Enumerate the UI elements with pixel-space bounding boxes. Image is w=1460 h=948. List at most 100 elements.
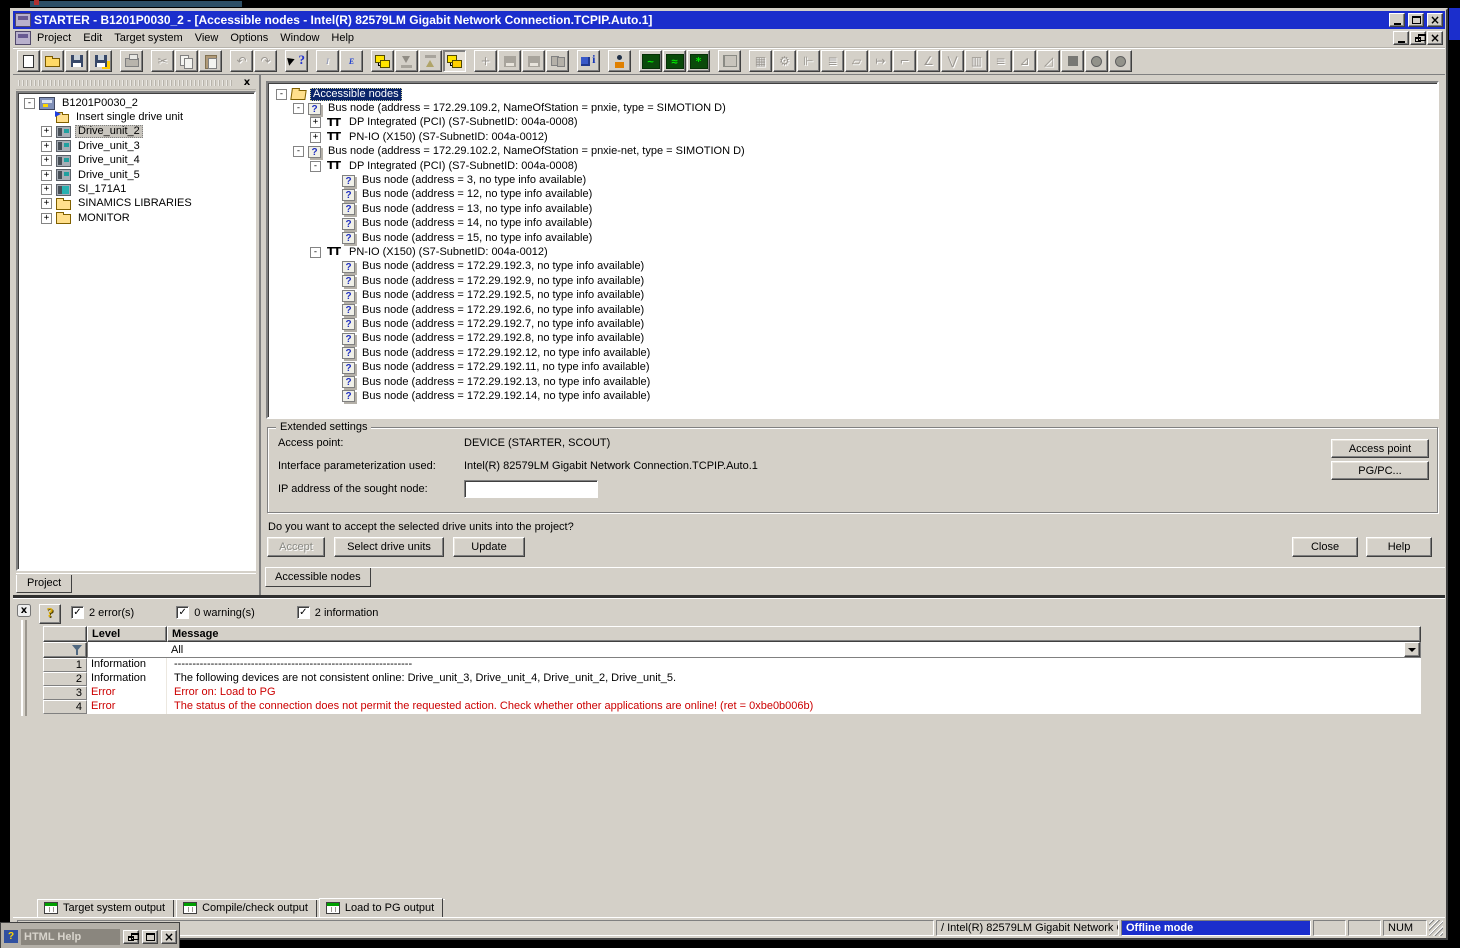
tree-item-bus-node-address-172-29-109-2-nameofstat[interactable]: Bus node (address = 172.29.109.2, NameOf… (274, 101, 1437, 115)
menu-options[interactable]: Options (224, 30, 274, 46)
column-header-number[interactable] (43, 626, 87, 642)
tree-item-bus-node-address-172-29-192-8-no-type-in[interactable]: Bus node (address = 172.29.192.8, no typ… (274, 332, 1437, 346)
tree-item-sinamics-libraries[interactable]: SINAMICS LIBRARIES (22, 197, 254, 211)
html-help-restore-button[interactable] (123, 929, 139, 944)
expand-plus-box[interactable] (41, 198, 52, 210)
tab-compile-check-output[interactable]: Compile/check output (176, 900, 317, 918)
access-point-button[interactable]: Access point (1331, 439, 1429, 458)
output-panel-grip[interactable]: x (17, 604, 33, 716)
checkbox-0-warning-s[interactable] (176, 606, 190, 619)
expand-minus-box[interactable] (310, 160, 321, 172)
tab-target-system-output[interactable]: Target system output (37, 900, 175, 918)
mdi-close-button[interactable]: × (1427, 31, 1443, 45)
open-project-button[interactable] (41, 50, 64, 72)
mdi-minimize-button[interactable] (1393, 31, 1409, 45)
expand-minus-box[interactable] (24, 97, 35, 109)
message-row-1[interactable]: 1 Information ----------------------------… (43, 658, 1421, 672)
output-help-button[interactable]: ? (39, 604, 61, 624)
expand-minus-box[interactable] (293, 103, 304, 115)
tree-item-b1201p0030-2[interactable]: B1201P0030_2 (22, 96, 254, 110)
record-circle-2-button[interactable] (1109, 50, 1132, 72)
maximize-button[interactable] (1408, 13, 1424, 27)
tree-item-bus-node-address-3-no-type-info-availabl[interactable]: Bus node (address = 3, no type info avai… (274, 173, 1437, 187)
filter-dropdown-button[interactable] (1404, 642, 1420, 657)
function-generator-button[interactable]: ≈ (663, 50, 686, 72)
tree-item-drive-unit-4[interactable]: Drive_unit_4 (22, 154, 254, 168)
tree-item-monitor[interactable]: MONITOR (22, 211, 254, 225)
expand-plus-box[interactable] (310, 117, 321, 129)
accessible-nodes-button[interactable] (443, 50, 466, 72)
menu-help[interactable]: Help (325, 30, 360, 46)
record-circle-1-button[interactable] (1085, 50, 1108, 72)
help-button[interactable]: Help (1366, 537, 1432, 557)
menu-edit[interactable]: Edit (77, 30, 108, 46)
tree-item-dp-integrated-pci-s7-subnetid-004a-0008[interactable]: DP Integrated (PCI) (S7-SubnetID: 004a-0… (274, 116, 1437, 130)
tree-item-insert-single-drive-unit[interactable]: Insert single drive unit (22, 110, 254, 124)
project-panel-grip[interactable]: x (16, 77, 256, 90)
menu-target-system[interactable]: Target system (108, 30, 188, 46)
mdi-restore-button[interactable] (1410, 31, 1426, 45)
checkbox-2-information[interactable] (296, 606, 310, 619)
menu-window[interactable]: Window (274, 30, 325, 46)
expand-plus-box[interactable] (41, 155, 52, 167)
filter-level-cell[interactable] (88, 642, 167, 657)
tree-item-accessible-nodes[interactable]: Accessible nodes (274, 87, 1437, 101)
filter-message-value[interactable]: All (167, 644, 1404, 656)
device-trace-button[interactable]: ~ (639, 50, 662, 72)
tree-item-bus-node-address-172-29-192-11-no-type-i[interactable]: Bus node (address = 172.29.192.11, no ty… (274, 360, 1437, 374)
save-and-recompile-button[interactable] (89, 50, 112, 72)
tree-item-bus-node-address-172-29-192-9-no-type-in[interactable]: Bus node (address = 172.29.192.9, no typ… (274, 274, 1437, 288)
context-help-button[interactable] (285, 50, 308, 72)
expand-minus-box[interactable] (310, 246, 321, 258)
measuring-function-button[interactable]: * (687, 50, 710, 72)
tree-item-bus-node-address-14-no-type-info-availab[interactable]: Bus node (address = 14, no type info ava… (274, 217, 1437, 231)
ip-address-input[interactable] (464, 480, 598, 498)
tree-item-bus-node-address-12-no-type-info-availab[interactable]: Bus node (address = 12, no type info ava… (274, 188, 1437, 202)
tree-item-pn-io-x150-s7-subnetid-004a-0012[interactable]: PN-IO (X150) (S7-SubnetID: 004a-0012) (274, 130, 1437, 144)
tree-item-bus-node-address-172-29-192-5-no-type-in[interactable]: Bus node (address = 172.29.192.5, no typ… (274, 288, 1437, 302)
close-button[interactable]: × (1427, 13, 1443, 27)
tab-project[interactable]: Project (16, 575, 73, 593)
tree-item-drive-unit-3[interactable]: Drive_unit_3 (22, 139, 254, 153)
tree-item-drive-unit-2[interactable]: Drive_unit_2 (22, 125, 254, 139)
close-dialog-button[interactable]: Close (1292, 537, 1358, 557)
expand-minus-box[interactable] (293, 146, 304, 158)
tree-item-drive-unit-5[interactable]: Drive_unit_5 (22, 168, 254, 182)
filter-cell[interactable] (43, 642, 87, 658)
tab-accessible-nodes[interactable]: Accessible nodes (265, 568, 371, 587)
message-row-2[interactable]: 2 Information The following devices are no… (43, 672, 1421, 686)
minimize-button[interactable] (1389, 13, 1405, 27)
expand-minus-box[interactable] (276, 88, 287, 100)
expand-plus-box[interactable] (41, 126, 52, 138)
tab-load-to-pg-output[interactable]: Load to PG output (318, 898, 444, 919)
pg-pc-button[interactable]: PG/PC... (1331, 461, 1429, 480)
module-information-button[interactable] (577, 50, 600, 72)
checkbox-2-error-s[interactable] (71, 606, 84, 619)
column-header-level[interactable]: Level (87, 626, 167, 642)
update-button[interactable]: Update (453, 537, 525, 557)
expand-plus-box[interactable] (41, 140, 52, 152)
connect-target-system-button[interactable] (371, 50, 394, 72)
project-panel-close-button[interactable]: x (240, 77, 254, 89)
tree-item-bus-node-address-13-no-type-info-availab[interactable]: Bus node (address = 13, no type info ava… (274, 202, 1437, 216)
tree-item-bus-node-address-172-29-192-12-no-type-i[interactable]: Bus node (address = 172.29.192.12, no ty… (274, 346, 1437, 360)
menu-project[interactable]: Project (31, 30, 77, 46)
expand-plus-box[interactable] (310, 131, 321, 143)
tree-item-bus-node-address-15-no-type-info-availab[interactable]: Bus node (address = 15, no type info ava… (274, 231, 1437, 245)
tree-item-dp-integrated-pci-s7-subnetid-004a-0008[interactable]: DP Integrated (PCI) (S7-SubnetID: 004a-0… (274, 159, 1437, 173)
menu-view[interactable]: View (189, 30, 225, 46)
tree-item-pn-io-x150-s7-subnetid-004a-0012[interactable]: PN-IO (X150) (S7-SubnetID: 004a-0012) (274, 245, 1437, 259)
html-help-maximize-button[interactable] (142, 929, 158, 944)
resize-grip[interactable] (1429, 919, 1443, 936)
expand-plus-box[interactable] (41, 169, 52, 181)
message-row-3[interactable]: 3 Error Error on: Load to PG (43, 686, 1421, 700)
tree-item-bus-node-address-172-29-102-2-nameofstat[interactable]: Bus node (address = 172.29.102.2, NameOf… (274, 145, 1437, 159)
tree-item-si-171a1[interactable]: SI_171A1 (22, 182, 254, 196)
expand-plus-box[interactable] (41, 184, 52, 196)
tree-item-bus-node-address-172-29-192-3-no-type-in[interactable]: Bus node (address = 172.29.192.3, no typ… (274, 260, 1437, 274)
new-project-button[interactable] (17, 50, 40, 72)
commissioning-button[interactable] (608, 50, 631, 72)
tree-item-bus-node-address-172-29-192-14-no-type-i[interactable]: Bus node (address = 172.29.192.14, no ty… (274, 389, 1437, 403)
message-row-4[interactable]: 4 Error The status of the connection does … (43, 700, 1421, 714)
select-drive-units-button[interactable]: Select drive units (334, 537, 444, 557)
